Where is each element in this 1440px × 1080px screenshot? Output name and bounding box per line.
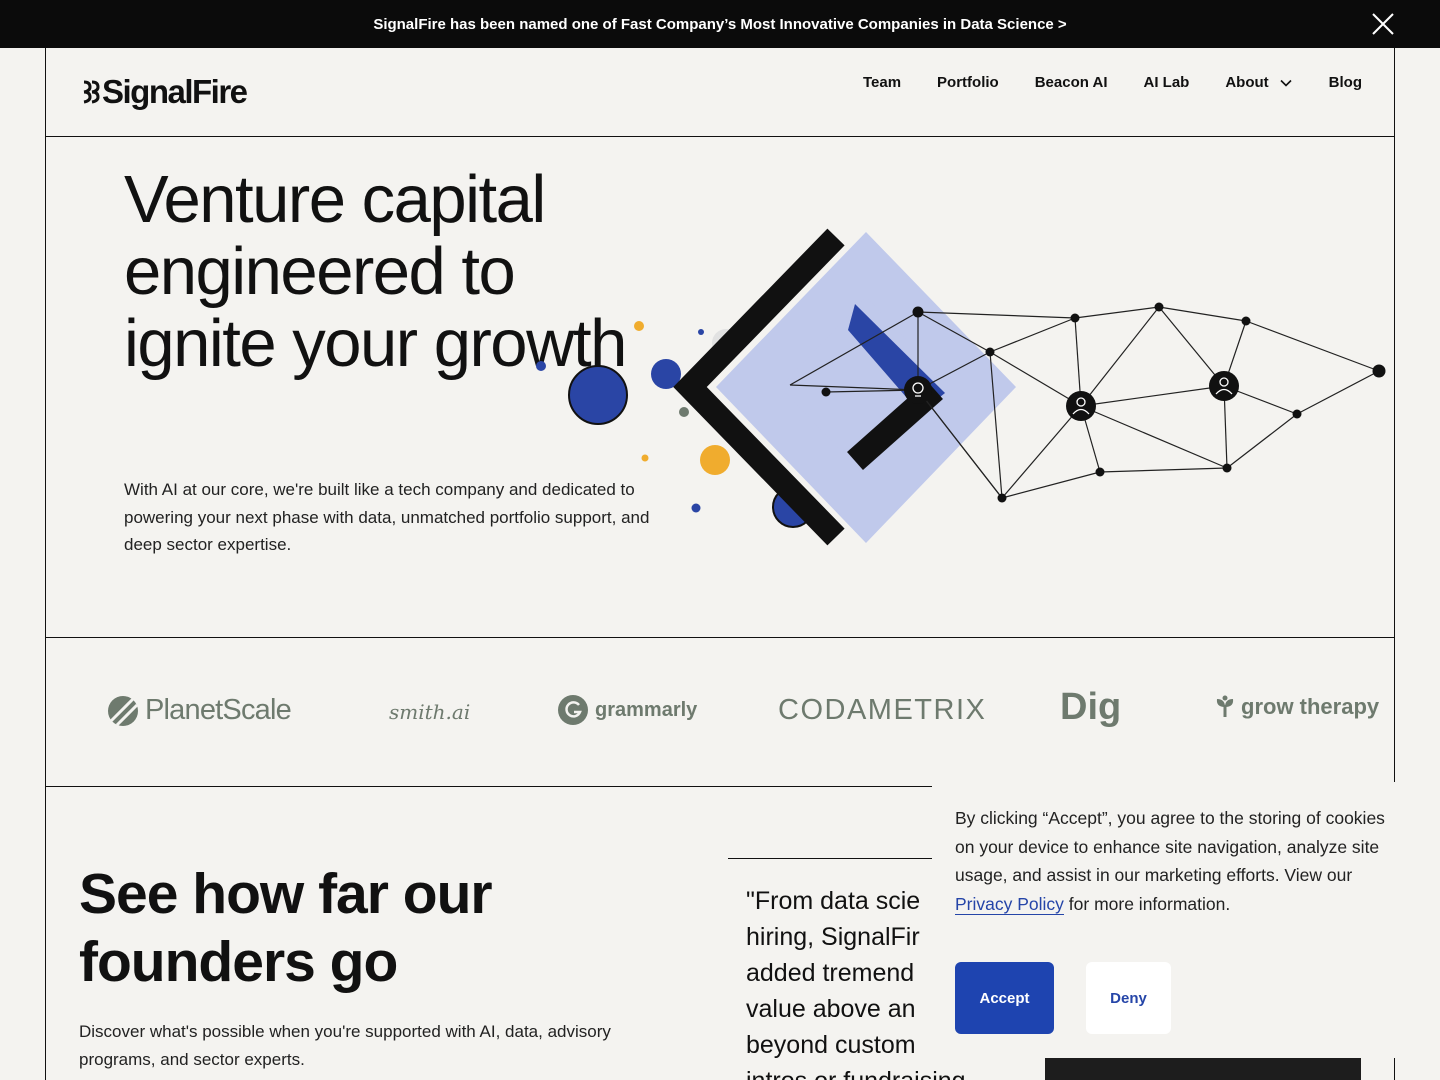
logo-smith-ai-text: smith.ai [389, 700, 471, 724]
logo-smith-ai[interactable]: smith.ai [389, 700, 470, 724]
logo-dig[interactable]: Dig [1060, 686, 1121, 729]
site-header: SignalFire Team Portfolio Beacon AI AI L… [45, 48, 1395, 137]
cookie-text-start: By clicking “Accept”, you agree to the s… [955, 808, 1385, 885]
logo-grammarly-text: grammarly [595, 698, 698, 721]
cookie-banner: By clicking “Accept”, you agree to the s… [932, 782, 1395, 1058]
hero-network-illustration [536, 228, 1386, 546]
nav-blog-label: Blog [1328, 74, 1362, 91]
nav-blog[interactable]: Blog [1329, 74, 1362, 91]
logo-dig-text: Dig [1060, 686, 1122, 728]
nav-about-label: About [1225, 74, 1269, 91]
founder-photo [1045, 1057, 1361, 1080]
nav-beacon-ai[interactable]: Beacon AI [1035, 74, 1108, 91]
grammarly-icon [558, 695, 588, 725]
cookie-text-end: for more information. [1063, 893, 1231, 914]
nav-about[interactable]: About [1225, 74, 1292, 91]
logo-grow-therapy[interactable]: grow therapy [1215, 694, 1379, 720]
chevron-down-icon[interactable] [1279, 76, 1293, 90]
logo-grammarly[interactable]: grammarly [557, 694, 697, 726]
nav-ai-lab-label: AI Lab [1143, 74, 1190, 91]
nav-ai-lab[interactable]: AI Lab [1144, 74, 1190, 91]
section-title: See how far our founders go [79, 862, 493, 994]
portfolio-logos: PlanetScale smith.ai grammarly CODAMETRI… [45, 638, 1395, 786]
logo-text: SignalFire [102, 73, 248, 110]
nav-beacon-ai-label: Beacon AI [1034, 74, 1108, 91]
sprout-icon [1216, 695, 1234, 717]
main-nav: Team Portfolio Beacon AI AI Lab About Bl… [863, 74, 1362, 91]
logo[interactable]: SignalFire [80, 73, 248, 111]
privacy-policy-link[interactable]: Privacy Policy [955, 893, 1064, 915]
accept-button[interactable]: Accept [955, 962, 1054, 1034]
logo-codametrix-text: CODAMETRIX [778, 694, 987, 726]
cookie-text: By clicking “Accept”, you agree to the s… [955, 804, 1385, 918]
nav-portfolio-label: Portfolio [937, 74, 999, 91]
logo-grow-therapy-text: grow therapy [1241, 694, 1380, 719]
logo-planetscale-text: PlanetScale [145, 694, 292, 726]
quote-divider [728, 858, 938, 859]
logo-planetscale[interactable]: PlanetScale [107, 694, 292, 727]
deny-button[interactable]: Deny [1086, 962, 1171, 1034]
close-icon[interactable] [1370, 11, 1396, 37]
nav-team[interactable]: Team [863, 74, 901, 91]
nav-portfolio[interactable]: Portfolio [937, 74, 999, 91]
nav-team-label: Team [862, 74, 902, 91]
logo-codametrix[interactable]: CODAMETRIX [778, 694, 986, 727]
announcement-bar[interactable]: SignalFire has been named one of Fast Co… [0, 0, 1440, 48]
section-subtitle: Discover what's possible when you're sup… [79, 1022, 611, 1069]
planetscale-icon [108, 695, 139, 726]
signalfire-logo-icon [83, 80, 100, 104]
announcement-text[interactable]: SignalFire has been named one of Fast Co… [373, 16, 1066, 33]
